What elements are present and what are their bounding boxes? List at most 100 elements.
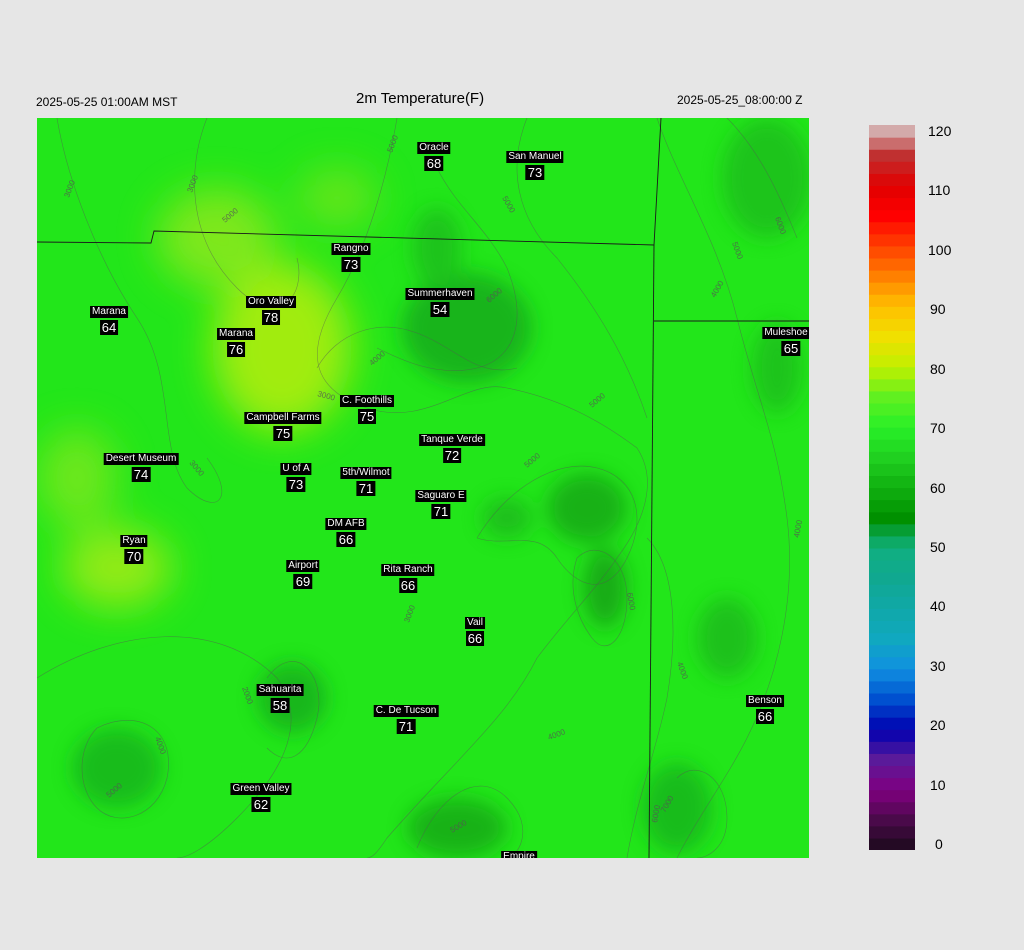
station-temperature: 64	[99, 320, 119, 335]
colorbar-segment	[869, 245, 915, 259]
colorbar-segment	[869, 294, 915, 307]
station-temperature: 70	[124, 549, 144, 564]
colorbar-segment	[869, 608, 915, 622]
station-temperature: 72	[442, 448, 462, 463]
colorbar-segment	[869, 692, 915, 706]
station-marker: Green Valley 62	[230, 779, 292, 813]
station-temperature: 76	[226, 342, 246, 357]
colorbar-tick-label: 40	[930, 598, 946, 615]
colorbar-segment	[869, 318, 915, 332]
station-marker: Campbell Farms 75	[244, 408, 322, 442]
station-name: C. De Tucson	[373, 705, 439, 717]
colorbar-segment	[869, 499, 915, 513]
station-temperature: 73	[341, 257, 361, 272]
station-temperature: 69	[293, 574, 313, 589]
station-name: Green Valley	[230, 783, 292, 795]
station-name: Ryan	[120, 535, 148, 547]
colorbar-tick-label: 110	[928, 182, 951, 199]
colorbar-segment	[869, 306, 915, 319]
station-name: C. Foothills	[339, 395, 395, 407]
colorbar-segment	[869, 741, 915, 754]
colorbar-segment	[869, 270, 915, 283]
colorbar-segment	[869, 535, 915, 549]
colorbar-segment	[869, 137, 915, 150]
colorbar-segment	[869, 330, 915, 344]
station-marker: Rita Ranch 66	[381, 560, 435, 594]
station-temperature: 74	[131, 467, 151, 482]
station-marker: Oro Valley 78	[246, 292, 296, 326]
colorbar-segment	[869, 125, 915, 138]
station-marker: 5th/Wilmot 71	[340, 463, 392, 497]
colorbar-segment	[869, 656, 915, 670]
colorbar-tick-label: 90	[930, 301, 946, 318]
station-temperature: 58	[270, 698, 290, 713]
colorbar-segment	[869, 342, 915, 356]
station-name: Marana	[217, 328, 255, 340]
station-marker: Marana 76	[217, 324, 255, 358]
station-temperature: 65	[781, 341, 801, 356]
station-marker: C. Foothills 75	[339, 391, 395, 425]
station-temperature: 62	[251, 797, 271, 812]
station-marker: Desert Museum 74	[103, 449, 179, 483]
station-marker: Muleshoe R 65	[762, 323, 809, 357]
colorbar-segment	[869, 753, 915, 767]
colorbar-segment	[869, 825, 915, 839]
station-marker: Empire	[501, 847, 537, 858]
station-name: Tanque Verde	[419, 434, 485, 446]
colorbar-segment	[869, 644, 915, 658]
station-name: Desert Museum	[103, 453, 179, 465]
colorbar-segment	[869, 547, 915, 561]
colorbar	[869, 125, 915, 850]
station-temperature: 71	[356, 481, 376, 496]
station-marker: U of A 73	[280, 459, 312, 493]
station-name: Empire	[501, 851, 537, 858]
station-marker: Airport 69	[286, 556, 320, 590]
station-name: U of A	[280, 463, 312, 475]
temperature-map: 3000 3000 5000 5000 5000 6000 4000 3000 …	[37, 118, 809, 858]
colorbar-labels: 0 10 20 30 40 50 60 70 80 90 100 110 120	[928, 0, 990, 950]
colorbar-tick-label: 20	[930, 717, 946, 734]
station-name: 5th/Wilmot	[340, 467, 392, 479]
colorbar-segment	[869, 209, 915, 223]
colorbar-segment	[869, 475, 915, 489]
colorbar-segment	[869, 789, 915, 803]
colorbar-segment	[869, 257, 915, 271]
station-name: San Manuel	[506, 151, 564, 163]
colorbar-segment	[869, 572, 915, 585]
colorbar-segment	[869, 813, 915, 827]
colorbar-segment	[869, 390, 915, 404]
station-marker: Rangno 73	[331, 239, 371, 273]
station-temperature: 66	[465, 631, 485, 646]
station-marker: Oracle 68	[417, 138, 451, 172]
station-marker: Benson 66	[746, 691, 784, 725]
station-temperature: 73	[525, 165, 545, 180]
colorbar-segment	[869, 197, 915, 211]
station-temperature: 66	[398, 578, 418, 593]
colorbar-segment	[869, 632, 915, 646]
valid-time-label: 2025-05-25 01:00AM MST	[36, 95, 178, 109]
colorbar-segment	[869, 402, 915, 416]
colorbar-segment	[869, 427, 915, 440]
colorbar-segment	[869, 680, 915, 694]
station-temperature: 66	[336, 532, 356, 547]
station-marker: DM AFB 66	[325, 514, 367, 548]
station-marker: Tanque Verde 72	[419, 430, 485, 464]
station-name: Summerhaven	[405, 288, 475, 300]
colorbar-segment	[869, 451, 915, 464]
station-temperature: 71	[431, 504, 451, 519]
station-marker: Saguaro E 71	[415, 486, 467, 520]
station-name: Saguaro E	[415, 490, 467, 502]
colorbar-segment	[869, 729, 915, 742]
colorbar-segment	[869, 837, 915, 850]
colorbar-segment	[869, 463, 915, 477]
colorbar-segment	[869, 221, 915, 235]
colorbar-segment	[869, 161, 915, 174]
colorbar-segment	[869, 173, 915, 187]
station-name: Marana	[90, 306, 128, 318]
station-marker: San Manuel 73	[506, 147, 564, 181]
station-marker: Sahuarita 58	[256, 680, 304, 714]
colorbar-tick-label: 30	[930, 657, 946, 674]
colorbar-segment	[869, 523, 915, 537]
colorbar-segment	[869, 801, 915, 815]
colorbar-segment	[869, 366, 915, 380]
